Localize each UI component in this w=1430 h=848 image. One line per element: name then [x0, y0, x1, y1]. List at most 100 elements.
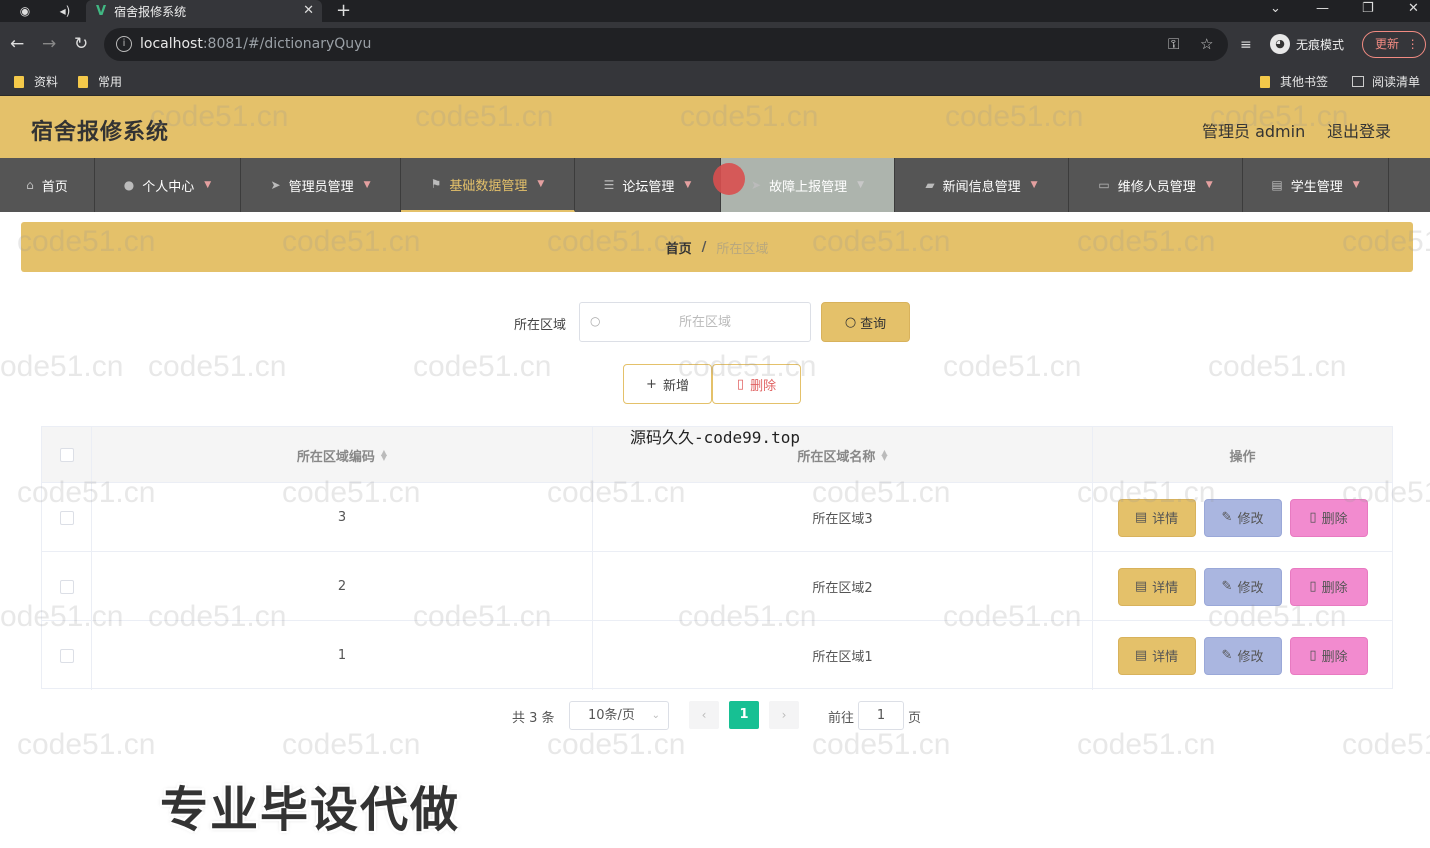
reload-button[interactable]: ↻ — [74, 34, 88, 54]
row-checkbox[interactable] — [59, 648, 74, 663]
nav-item-profile[interactable]: ● 个人中心 ▼ — [95, 158, 241, 212]
search-icon: ○ — [590, 314, 601, 328]
table-row: 3 所在区域3 ▤ 详情 ✎ 修改 ▯ 删除 — [42, 483, 1392, 552]
prev-page-button[interactable]: ‹ — [689, 701, 719, 729]
watermark-text: code51.cn — [17, 728, 156, 761]
site-header: 宿舍报修系统 管理员 admin 退出登录 — [0, 96, 1430, 158]
search-input[interactable] — [610, 311, 800, 333]
watermark-text: code51.cn — [1342, 728, 1430, 761]
wallet-icon: ▰ — [925, 178, 935, 192]
edit-button[interactable]: ✎ 修改 — [1203, 636, 1282, 675]
folder-icon — [1260, 75, 1270, 88]
detail-button[interactable]: ▤ 详情 — [1117, 636, 1196, 675]
nav-item-forum[interactable]: ☰ 论坛管理 ▼ — [575, 158, 721, 212]
address-bar: ← → ↻ i localhost:8081/#/dictionaryQuyu … — [0, 22, 1430, 67]
nav-item-news[interactable]: ▰ 新闻信息管理 ▼ — [895, 158, 1069, 212]
add-button[interactable]: + 新增 — [623, 364, 712, 404]
nav-item-admin[interactable]: ➤ 管理员管理 ▼ — [241, 158, 401, 212]
watermark-text: code51.cn — [413, 350, 552, 383]
watermark-text: code51.cn — [282, 728, 421, 761]
page-size-select[interactable]: 10条/页 ⌄ — [569, 701, 669, 730]
cell-ops: ▤ 详情 ✎ 修改 ▯ 删除 — [1093, 483, 1392, 552]
new-tab-button[interactable]: + — [336, 0, 351, 22]
nav-item-home[interactable]: ⌂ 首页 — [0, 158, 95, 212]
key-icon[interactable]: ⚿ — [1168, 35, 1179, 53]
edit-button[interactable]: ✎ 修改 — [1203, 567, 1282, 606]
column-header-code[interactable]: 所在区域编码 ▲ ▼ — [92, 427, 593, 483]
bookmark-folder[interactable]: 资料 — [14, 73, 58, 90]
cell-name: 所在区域1 — [593, 621, 1093, 690]
send-icon: ➤ — [751, 178, 762, 192]
back-button[interactable]: ← — [10, 34, 24, 54]
monitor-icon: ▭ — [1098, 178, 1110, 192]
data-table: 所在区域编码 ▲ ▼ 所在区域名称 ▲ ▼ 操作 3 所在区域3 ▤ 详情 ✎ 修改 ▯ 删除… — [41, 426, 1393, 690]
row-checkbox[interactable] — [59, 579, 74, 594]
reading-list[interactable]: 阅读清单 — [1352, 73, 1420, 90]
search-field[interactable]: ○ — [579, 302, 811, 342]
site-info-icon[interactable]: i — [116, 36, 132, 52]
delete-button[interactable]: ▯ 删除 — [1289, 636, 1368, 675]
nav-item-basic-data[interactable]: ⚑ 基础数据管理 ▼ — [401, 158, 575, 212]
home-icon: ⌂ — [26, 178, 34, 192]
forward-button[interactable]: → — [42, 34, 56, 54]
search-icon: ○ — [844, 314, 857, 330]
url-path: :8081/#/dictionaryQuyu — [202, 36, 372, 52]
document-icon: ▤ — [1134, 648, 1148, 663]
watermark-text: code51.cn — [1077, 728, 1216, 761]
breadcrumb-current: 所在区域 — [716, 241, 769, 257]
nav-item-repair-staff[interactable]: ▭ 维修人员管理 ▼ — [1069, 158, 1243, 212]
url-field[interactable]: i localhost:8081/#/dictionaryQuyu ⚿ ☆ — [104, 28, 1228, 61]
chevron-down-icon: ▼ — [363, 180, 371, 190]
bookmark-star-icon[interactable]: ☆ — [1200, 35, 1213, 53]
media-icon[interactable]: ≡ — [1240, 35, 1252, 55]
bookmark-folder[interactable]: 常用 — [78, 73, 122, 90]
mute-icon[interactable]: ◂) — [56, 3, 74, 19]
sliders-icon: ☰ — [603, 178, 615, 192]
tab-close-icon[interactable]: ✕ — [303, 3, 314, 18]
nav-item-students[interactable]: ▤ 学生管理 ▼ — [1243, 158, 1389, 212]
watermark-text: code51.cn — [1208, 350, 1347, 383]
delete-button[interactable]: ▯ 删除 — [1289, 498, 1368, 537]
breadcrumb-home[interactable]: 首页 — [666, 238, 692, 257]
promo-overlay-text: 专业毕设代做 — [160, 782, 461, 838]
trash-icon: ▯ — [1309, 648, 1317, 663]
edit-button[interactable]: ✎ 修改 — [1203, 498, 1282, 537]
chat-icon: ▤ — [1271, 178, 1283, 192]
tab-title: 宿舍报修系统 — [114, 4, 187, 19]
chevron-down-icon: ▼ — [684, 180, 692, 190]
minimize-button[interactable]: — — [1316, 0, 1329, 18]
nav-item-fault-report[interactable]: ➤ 故障上报管理 ▼ — [721, 158, 895, 212]
sort-icon[interactable]: ▲ ▼ — [381, 449, 387, 462]
document-icon: ▤ — [1134, 579, 1148, 594]
query-button[interactable]: ○ 查询 — [821, 302, 910, 342]
delete-button[interactable]: ▯ 删除 — [1289, 567, 1368, 606]
user-icon: ● — [123, 178, 135, 192]
cell-code: 2 — [92, 552, 593, 621]
cell-name: 所在区域2 — [593, 552, 1093, 621]
next-page-button[interactable]: › — [769, 701, 799, 729]
update-button[interactable]: 更新 ⋮ — [1362, 31, 1426, 58]
logout-link[interactable]: 退出登录 — [1327, 118, 1391, 142]
page-suffix: 页 — [908, 711, 922, 726]
reading-list-icon — [1352, 76, 1364, 87]
incognito-profile[interactable]: ◕ 无痕模式 — [1270, 34, 1344, 54]
current-user: 管理员 admin — [1202, 122, 1306, 141]
chevron-down-icon: ▼ — [537, 179, 545, 189]
batch-delete-button[interactable]: ▯ 删除 — [712, 364, 801, 404]
tab-search-icon[interactable]: ⌄ — [1270, 0, 1281, 18]
watermark-text: code51.cn — [812, 728, 951, 761]
other-bookmarks[interactable]: 其他书签 — [1260, 73, 1328, 90]
watermark-text: code51.cn — [0, 350, 124, 383]
browser-tab[interactable]: V 宿舍报修系统 ✕ — [86, 0, 322, 22]
detail-button[interactable]: ▤ 详情 — [1117, 567, 1196, 606]
browser-tab-bar: ◉ ◂) V 宿舍报修系统 ✕ + ⌄ — ❐ ✕ — [0, 0, 1430, 22]
detail-button[interactable]: ▤ 详情 — [1117, 498, 1196, 537]
close-window-button[interactable]: ✕ — [1408, 0, 1419, 18]
row-checkbox[interactable] — [59, 510, 74, 525]
goto-page-input[interactable]: 1 — [858, 701, 904, 730]
page-number-current[interactable]: 1 — [729, 701, 759, 729]
select-all-checkbox[interactable] — [59, 448, 74, 462]
profile-label: 无痕模式 — [1296, 37, 1345, 52]
sort-icon[interactable]: ▲ ▼ — [881, 449, 887, 462]
restore-button[interactable]: ❐ — [1362, 0, 1374, 18]
